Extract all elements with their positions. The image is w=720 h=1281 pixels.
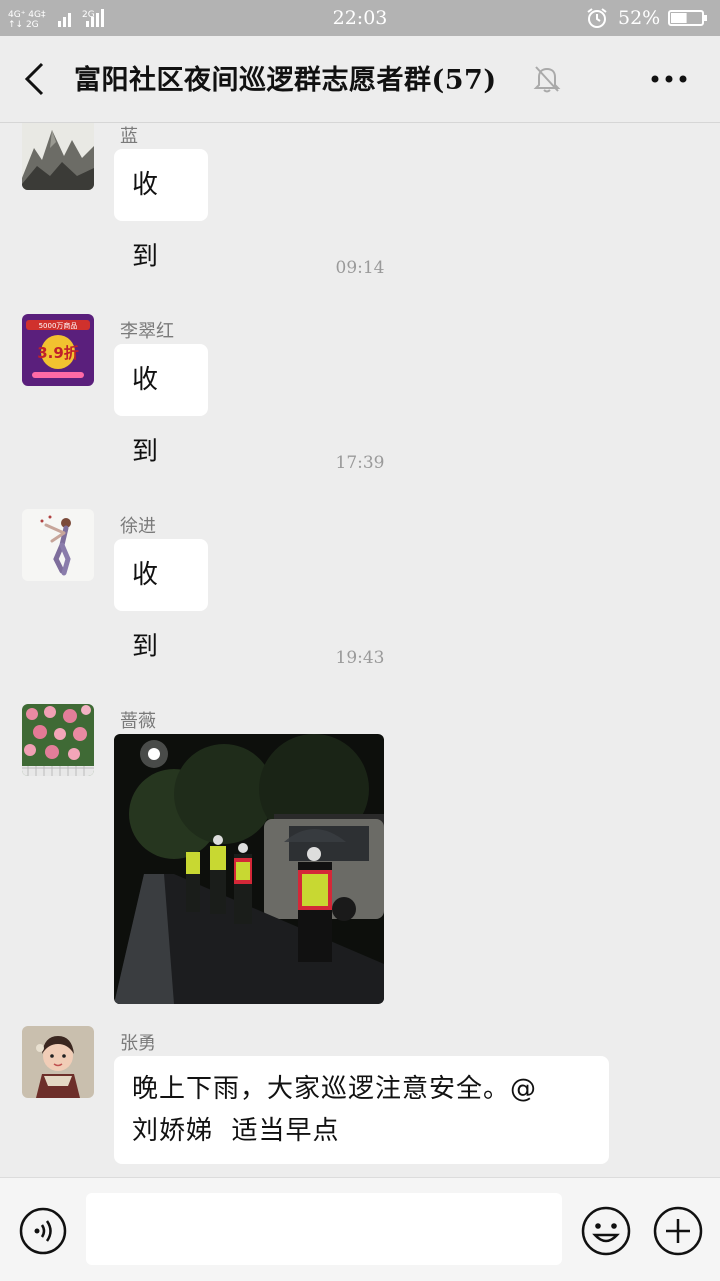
voice-icon[interactable] [18,1206,68,1256]
chat-header: 富阳社区夜间巡逻群志愿者群(57) [0,36,720,123]
message-bubble[interactable]: 晚上下雨，大家巡逻注意安全。@ 刘娇娣 适当早点 [114,1056,609,1164]
avatar-badge-line1: 5000万商品 [39,321,78,330]
roses-avatar [22,704,94,776]
timestamp: 09:14 [335,258,385,278]
message-bubble[interactable]: 收到 [114,539,208,662]
sender-name: 徐进 [120,516,156,537]
alarm-icon [587,8,607,28]
mountain-painting-avatar [22,123,94,190]
emoji-icon[interactable] [580,1205,632,1257]
more-dots-icon[interactable] [650,74,688,84]
sender-name: 蔷薇 [120,711,156,732]
input-bar [0,1177,720,1281]
shopping-ad-avatar: 5000万商品 3.9折 [22,314,94,386]
timestamp: 17:39 [335,453,385,473]
sender-name: 蓝 [120,126,138,147]
back-arrow-icon[interactable] [22,62,48,96]
battery-percent: 52% [618,7,661,29]
avatar[interactable] [22,123,94,190]
muted-bell-icon [533,66,561,93]
avatar[interactable]: 5000万商品 3.9折 [22,314,94,386]
sender-name: 张勇 [120,1033,156,1054]
avatar[interactable] [22,509,94,581]
message-bubble[interactable]: 收到 [114,149,208,272]
girl-portrait-avatar [22,1026,94,1098]
timestamp: 19:43 [335,648,385,668]
avatar[interactable] [22,1026,94,1098]
avatar-badge-line2: 3.9折 [37,344,79,362]
sender-name: 李翠红 [120,321,174,342]
dancer-avatar [22,509,94,581]
chat-title: 富阳社区夜间巡逻群志愿者群(57) [74,65,497,96]
chat-messages[interactable]: 蓝 收到 09:14 5000万商品 3.9折 李翠红 收到 17:39 徐进 … [0,123,720,1177]
plus-icon[interactable] [652,1205,704,1257]
message-text-line: 晚上下雨，大家巡逻注意安全。@ [132,1074,538,1104]
status-bar: 4G⁺ 4G‡ ↑↓ 2G 2G 22:03 52% [0,0,720,36]
night-patrol-photo[interactable] [114,734,384,1004]
status-time: 22:03 [332,7,388,29]
battery-icon [668,10,707,26]
message-input[interactable] [86,1193,562,1265]
message-bubble[interactable]: 收到 [114,344,208,467]
avatar[interactable] [22,704,94,776]
photo-content [114,734,384,1004]
message-text-line: 刘娇娣 适当早点 [132,1116,340,1146]
